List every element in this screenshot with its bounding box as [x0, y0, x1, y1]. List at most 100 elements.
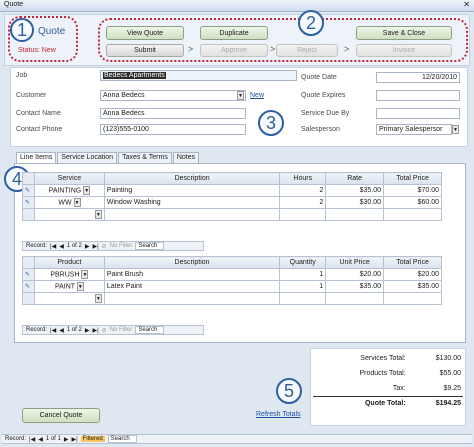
chevron-down-icon[interactable]: ▼	[76, 282, 84, 291]
column-header: Total Price	[383, 256, 442, 269]
prev-record-icon[interactable]: ◀	[38, 436, 43, 443]
column-header: Product	[33, 256, 105, 269]
first-record-icon[interactable]: |◀	[50, 243, 56, 250]
table-row[interactable]: ✎ PAINT ▼ Latex Paint 1 $35.00 $35.00	[22, 280, 442, 293]
view-quote-button[interactable]: View Quote	[106, 26, 184, 40]
product-description[interactable]: Latex Paint	[103, 280, 281, 293]
salesperson-combo[interactable]: Primary Salespersor	[376, 124, 452, 135]
service-hours[interactable]: 2	[279, 196, 327, 209]
product-quantity[interactable]: 1	[279, 268, 327, 281]
new-customer-link[interactable]: New	[250, 92, 264, 99]
new-record-row[interactable]: ▼	[22, 292, 442, 305]
tab-taxes-terms[interactable]: Taxes & Terms	[118, 152, 172, 163]
table-header-row: Service Description Hours Rate Total Pri…	[22, 172, 442, 185]
chevron-down-icon[interactable]: ▼	[237, 91, 244, 100]
last-record-icon[interactable]: ▶|	[71, 436, 77, 443]
service-description[interactable]: Painting	[103, 184, 281, 197]
product-unit-price[interactable]: $20.00	[325, 268, 385, 281]
service-rate[interactable]: $35.00	[325, 184, 385, 197]
service-total: $70.00	[383, 184, 442, 197]
next-record-icon[interactable]: ▶	[85, 327, 90, 334]
contact-name-value: Anna Bedecs	[103, 110, 145, 117]
record-edit-icon[interactable]: ✎	[25, 272, 30, 278]
tab-notes[interactable]: Notes	[172, 152, 200, 163]
service-code: PAINTING	[48, 187, 82, 195]
duplicate-button[interactable]: Duplicate	[200, 26, 268, 40]
approve-button[interactable]: Approve	[200, 44, 268, 57]
service-hours[interactable]: 2	[279, 184, 327, 197]
contact-phone-field[interactable]: (123)555-0100	[100, 124, 246, 135]
quote-date-field[interactable]: 12/20/2010	[376, 72, 460, 83]
chevron-down-icon[interactable]: ▼	[452, 125, 459, 134]
product-quantity[interactable]: 1	[279, 280, 327, 293]
search-box[interactable]: Search	[135, 242, 165, 250]
search-box[interactable]: Search	[135, 326, 165, 334]
search-box[interactable]: Search	[107, 435, 137, 443]
tax-value: $9.25	[443, 384, 461, 392]
filter-status[interactable]: No Filter	[110, 243, 133, 249]
filtered-badge[interactable]: Filtered	[80, 436, 105, 442]
column-header: Rate	[325, 172, 385, 185]
last-record-icon[interactable]: ▶|	[92, 243, 98, 250]
record-position[interactable]: 1 of 2	[67, 243, 82, 249]
service-due-field[interactable]	[376, 108, 460, 119]
next-record-icon[interactable]: ▶	[85, 243, 90, 250]
quote-expires-field[interactable]	[376, 90, 460, 101]
customer-combo[interactable]: Anna Bedecs	[100, 90, 246, 101]
products-table: Product Description Quantity Unit Price …	[22, 256, 442, 305]
close-icon[interactable]: ✕	[463, 0, 470, 9]
chevron-down-icon[interactable]: ▼	[81, 270, 89, 279]
prev-record-icon[interactable]: ◀	[59, 243, 64, 250]
product-description[interactable]: Paint Brush	[103, 268, 281, 281]
record-position[interactable]: 1 of 1	[46, 436, 61, 442]
filter-status[interactable]: No Filter	[110, 327, 133, 333]
first-record-icon[interactable]: |◀	[29, 436, 35, 443]
column-header: Quantity	[279, 256, 327, 269]
salesperson-label: Salesperson	[301, 126, 340, 133]
workflow-arrow: >	[344, 44, 350, 54]
product-unit-price[interactable]: $35.00	[325, 280, 385, 293]
first-record-icon[interactable]: |◀	[50, 327, 56, 334]
chevron-down-icon[interactable]: ▼	[94, 210, 102, 219]
save-close-button[interactable]: Save & Close	[356, 26, 452, 40]
filter-icon[interactable]: ⊘	[102, 327, 107, 334]
filter-icon[interactable]: ⊘	[102, 243, 107, 250]
column-header: Description	[103, 256, 281, 269]
record-edit-icon[interactable]: ✎	[25, 284, 30, 290]
status-value: New	[41, 47, 56, 54]
totals-panel: Services Total: $130.00 Products Total: $5…	[310, 348, 466, 426]
chevron-down-icon[interactable]: ▼	[83, 186, 91, 195]
job-field[interactable]: Bedecs Apartments	[100, 70, 297, 81]
invoice-button[interactable]: Invoice	[356, 44, 452, 57]
table-row[interactable]: ✎ PBRUSH ▼ Paint Brush 1 $20.00 $20.00	[22, 268, 442, 281]
service-rate[interactable]: $30.00	[325, 196, 385, 209]
new-record-row[interactable]: ▼	[22, 208, 442, 221]
submit-button[interactable]: Submit	[106, 44, 184, 57]
services-total-label: Services Total:	[360, 355, 406, 362]
quote-date-value: 12/20/2010	[421, 74, 457, 81]
column-header: Description	[103, 172, 281, 185]
reject-button[interactable]: Reject	[276, 44, 338, 57]
tab-service-location[interactable]: Service Location	[57, 152, 118, 163]
table-row[interactable]: ✎ WW ▼ Window Washing 2 $30.00 $60.00	[22, 196, 442, 209]
cancel-quote-button[interactable]: Cancel Quote	[22, 408, 100, 423]
form-record-navigator: Record: |◀ ◀ 1 of 1 ▶ ▶| Filtered Search	[2, 434, 472, 444]
chevron-down-icon[interactable]: ▼	[94, 294, 102, 303]
table-row[interactable]: ✎ PAINTING ▼ Painting 2 $35.00 $70.00	[22, 184, 442, 197]
record-position[interactable]: 1 of 2	[67, 327, 82, 333]
next-record-icon[interactable]: ▶	[64, 436, 69, 443]
callout-3: 3	[258, 110, 284, 136]
tab-line-items[interactable]: Line Items	[16, 152, 57, 163]
contact-name-field[interactable]: Anna Bedecs	[100, 108, 246, 119]
refresh-totals-link[interactable]: Refresh Totals	[256, 411, 301, 418]
service-description[interactable]: Window Washing	[103, 196, 281, 209]
column-header: Total Price	[383, 172, 442, 185]
record-edit-icon[interactable]: ✎	[25, 200, 30, 206]
column-header: Hours	[279, 172, 327, 185]
prev-record-icon[interactable]: ◀	[59, 327, 64, 334]
quote-expires-label: Quote Expires	[301, 92, 346, 99]
product-code: PBRUSH	[50, 271, 80, 279]
record-edit-icon[interactable]: ✎	[25, 188, 30, 194]
last-record-icon[interactable]: ▶|	[92, 327, 98, 334]
chevron-down-icon[interactable]: ▼	[73, 198, 81, 207]
